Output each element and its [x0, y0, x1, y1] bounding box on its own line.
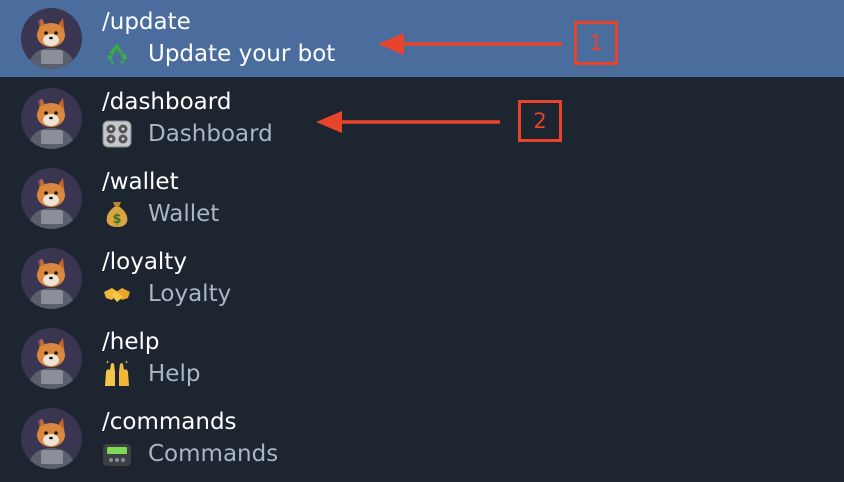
bot-avatar — [21, 88, 82, 149]
command-item-dashboard[interactable]: /dashboard Dashboard — [0, 80, 844, 160]
annotation-label-1: 1 — [574, 21, 618, 65]
handshake-icon — [102, 280, 136, 308]
annotation-label-2: 2 — [518, 100, 562, 142]
bot-avatar — [21, 8, 82, 69]
command-description: Dashboard — [102, 120, 273, 148]
command-description: $ Wallet — [102, 200, 219, 228]
control-knobs-icon — [102, 120, 136, 148]
command-description: Help — [102, 360, 200, 388]
svg-text:$: $ — [112, 212, 121, 227]
command-name: /wallet — [102, 169, 179, 195]
bot-avatar — [21, 328, 82, 389]
command-name: /loyalty — [102, 249, 187, 275]
recycle-icon — [102, 40, 136, 68]
command-description-text: Dashboard — [148, 121, 273, 147]
command-item-wallet[interactable]: /wallet $ Wallet — [0, 160, 844, 240]
command-item-loyalty[interactable]: /loyalty Loyalty — [0, 240, 844, 320]
command-description-text: Help — [148, 361, 201, 387]
command-name: /update — [102, 9, 191, 35]
command-description-text: Update your bot — [148, 41, 336, 67]
command-item-commands[interactable]: /commands Commands — [0, 400, 844, 480]
command-name: /help — [102, 329, 160, 355]
money-bag-icon: $ — [102, 200, 136, 228]
bot-command-menu: /update Update your bot /dashboard Dashb… — [0, 0, 844, 482]
command-description: Loyalty — [102, 280, 231, 308]
command-description-text: Loyalty — [148, 281, 232, 307]
pager-icon — [102, 440, 136, 468]
bot-avatar — [21, 168, 82, 229]
command-item-update[interactable]: /update Update your bot — [0, 0, 844, 77]
command-description: Commands — [102, 440, 278, 468]
bot-avatar — [21, 248, 82, 309]
command-description: Update your bot — [102, 40, 335, 68]
command-item-help[interactable]: /help Help — [0, 320, 844, 400]
raising-hands-icon — [102, 360, 136, 388]
bot-avatar — [21, 408, 82, 469]
command-description-text: Commands — [148, 441, 279, 467]
command-name: /commands — [102, 409, 237, 435]
command-name: /dashboard — [102, 89, 232, 115]
command-description-text: Wallet — [148, 201, 220, 227]
